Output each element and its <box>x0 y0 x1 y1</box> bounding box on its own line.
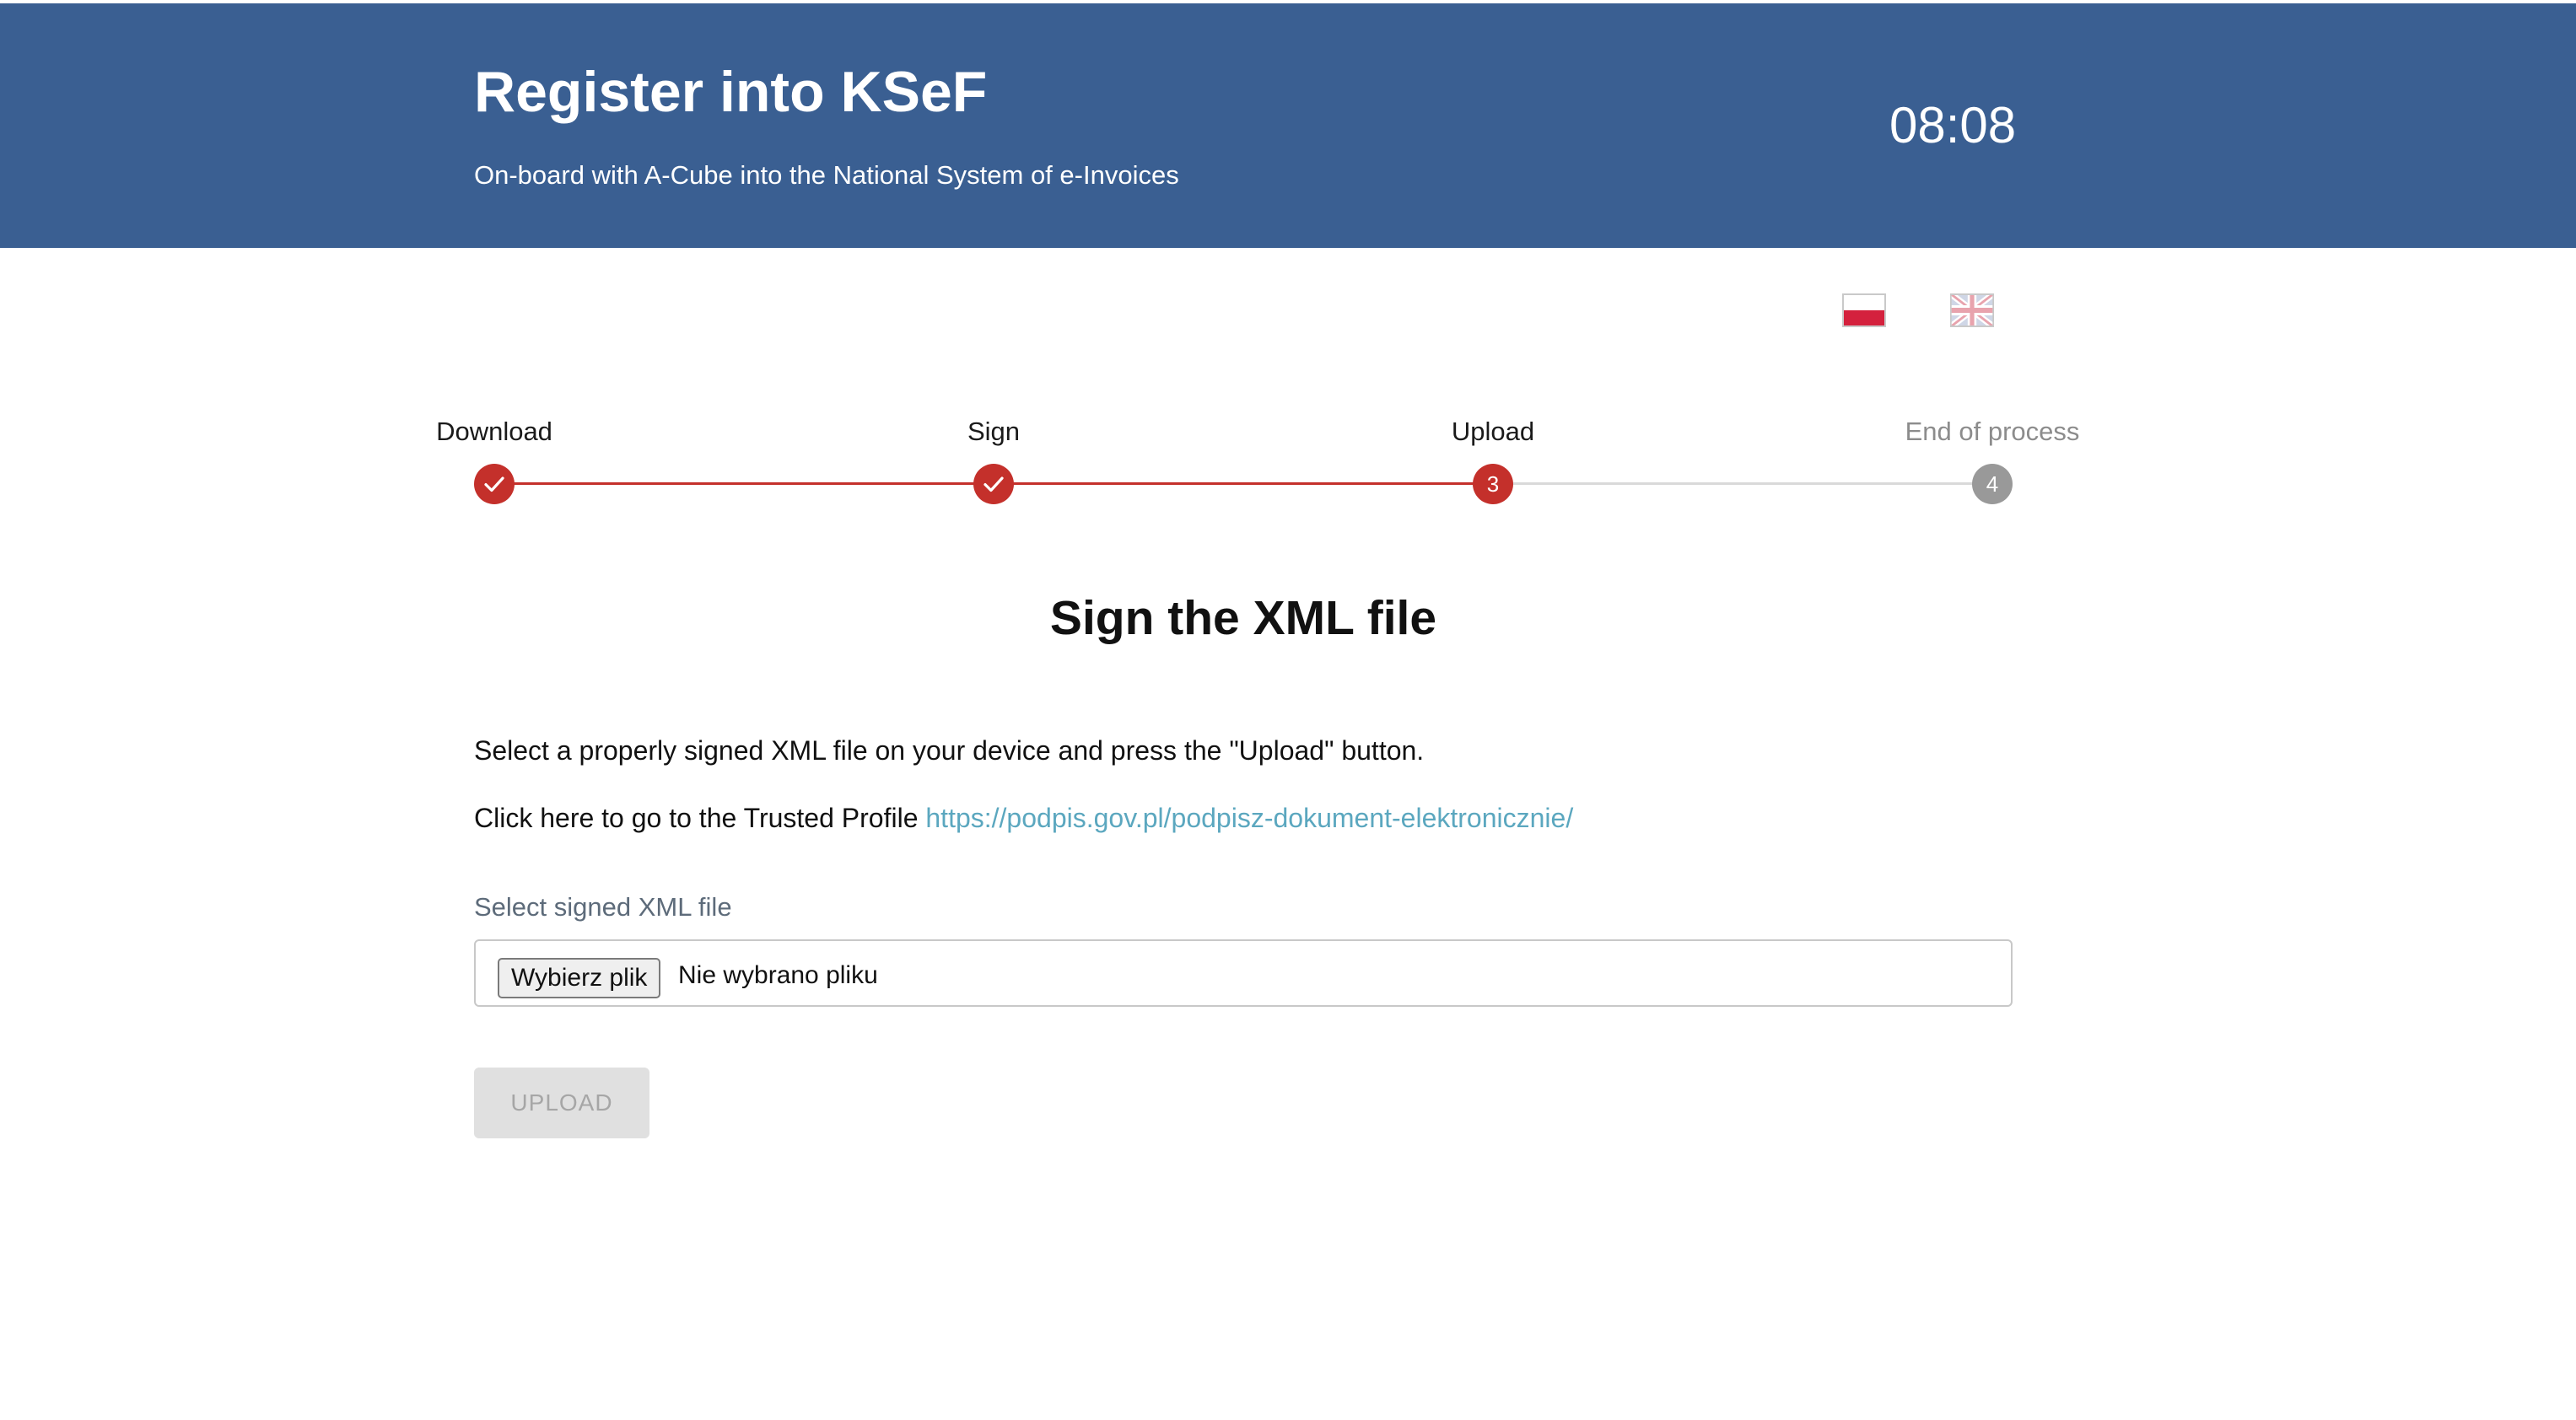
step-label-download: Download <box>436 417 552 446</box>
step-4-number: 4 <box>1972 464 2013 504</box>
file-field-label: Select signed XML file <box>474 892 732 922</box>
uk-flag-icon[interactable] <box>1950 293 1994 327</box>
session-timer: 08:08 <box>1889 97 2017 153</box>
progress-stepper: Download Sign Upload End of process 3 4 <box>0 405 2576 523</box>
section-title: Sign the XML file <box>1049 591 1437 645</box>
step-1-checkmark-icon <box>474 464 515 504</box>
step-label-upload: Upload <box>1451 417 1535 446</box>
step-label-sign: Sign <box>967 417 1021 446</box>
page-subtitle: On-board with A-Cube into the National S… <box>474 160 1179 190</box>
step-connector-2 <box>994 482 1493 485</box>
upload-button[interactable]: UPLOAD <box>474 1068 649 1138</box>
trusted-profile-link[interactable]: https://podpis.gov.pl/podpisz-dokument-e… <box>925 803 1573 833</box>
trusted-profile-text: Click here to go to the Trusted Profile <box>474 803 919 833</box>
step-connector-1 <box>494 482 994 485</box>
instruction-text: Select a properly signed XML file on you… <box>474 735 1425 766</box>
trusted-profile-line: Click here to go to the Trusted Profile … <box>474 803 1573 834</box>
poland-flag-icon[interactable] <box>1842 293 1886 327</box>
page-title: Register into KSeF <box>474 60 988 124</box>
step-2-checkmark-icon <box>973 464 1014 504</box>
step-connector-3 <box>1493 482 1992 485</box>
page-header: Register into KSeF On-board with A-Cube … <box>0 3 2576 248</box>
file-status-text: Nie wybrano pliku <box>678 961 878 989</box>
choose-file-button[interactable]: Wybierz plik <box>498 958 661 998</box>
step-label-end-of-process: End of process <box>1905 417 2080 446</box>
file-input[interactable]: Wybierz plik Nie wybrano pliku <box>474 939 2013 1007</box>
step-3-number: 3 <box>1473 464 1513 504</box>
